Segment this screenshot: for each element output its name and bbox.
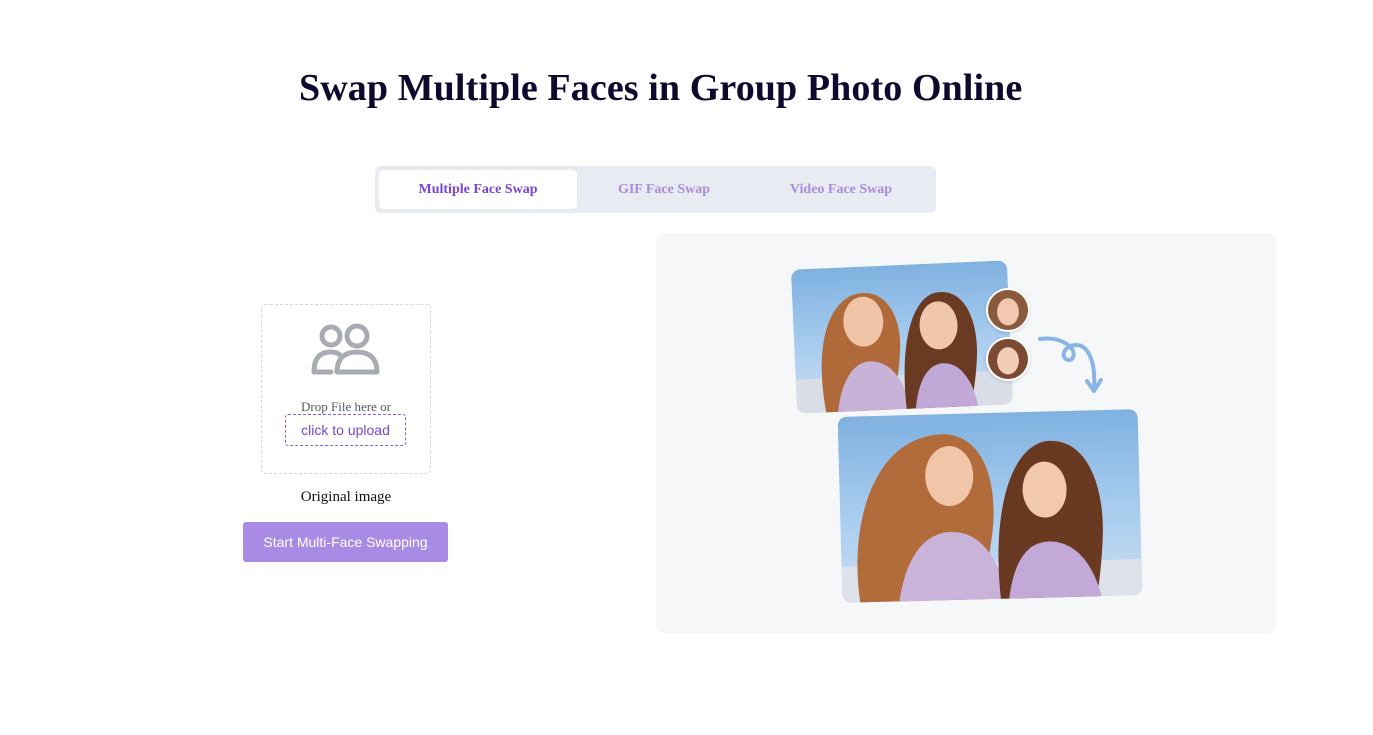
tab-video-face-swap[interactable]: Video Face Swap xyxy=(751,170,931,209)
curved-arrow-icon xyxy=(1036,331,1112,403)
upload-dropzone[interactable]: Drop File here or click to upload xyxy=(261,304,431,474)
people-icon xyxy=(311,322,381,378)
target-face-thumbnail xyxy=(986,337,1030,381)
click-to-upload-link[interactable]: click to upload xyxy=(285,414,406,446)
tab-gif-face-swap[interactable]: GIF Face Swap xyxy=(577,170,751,209)
result-group-photo xyxy=(837,409,1143,603)
preview-panel xyxy=(656,233,1276,633)
start-multi-face-swapping-button[interactable]: Start Multi-Face Swapping xyxy=(243,522,448,562)
original-image-caption: Original image xyxy=(300,489,392,505)
source-group-photo xyxy=(790,260,1014,414)
tab-bar: Multiple Face Swap GIF Face Swap Video F… xyxy=(375,166,936,213)
drop-file-text: Drop File here or xyxy=(301,399,391,414)
tab-multiple-face-swap[interactable]: Multiple Face Swap xyxy=(379,170,577,209)
target-face-thumbnail xyxy=(986,288,1030,332)
page-title: Swap Multiple Faces in Group Photo Onlin… xyxy=(299,67,1023,109)
